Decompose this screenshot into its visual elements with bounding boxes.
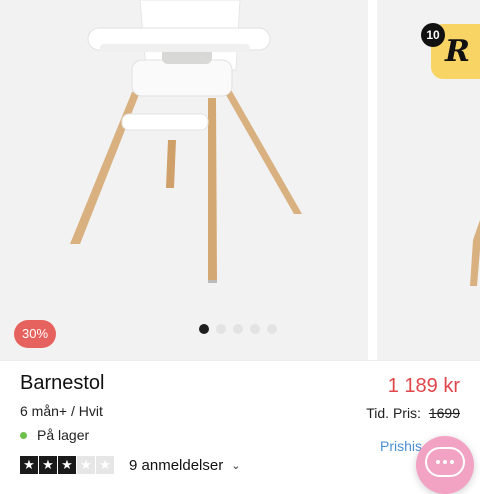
- star-icon-empty: ★: [96, 456, 114, 474]
- product-title: Barnestol: [20, 372, 105, 394]
- price-history-link[interactable]: Prishis: [380, 438, 422, 454]
- product-image-main[interactable]: 30%: [0, 0, 368, 360]
- carousel-dot[interactable]: [250, 324, 260, 334]
- discount-badge: 30%: [14, 320, 56, 348]
- carousel-dot[interactable]: [216, 324, 226, 334]
- chat-bubble-icon: [425, 447, 465, 477]
- high-chair-image: [70, 0, 302, 283]
- star-icon-filled: ★: [39, 456, 57, 474]
- in-stock-dot-icon: [20, 431, 27, 439]
- stock-status: På lager: [20, 427, 89, 443]
- carousel-dot[interactable]: [233, 324, 243, 334]
- current-price: 1 189 kr: [387, 375, 460, 397]
- carousel-dots[interactable]: [199, 324, 277, 336]
- reviews-link[interactable]: 9 anmeldelser: [129, 457, 223, 474]
- product-variant: 6 mån+ / Hvit: [20, 403, 103, 419]
- chat-button[interactable]: [416, 436, 474, 494]
- star-icon-empty: ★: [77, 456, 95, 474]
- chevron-down-icon[interactable]: ⌄: [231, 459, 240, 472]
- previous-price: Tid. Pris: 1699: [366, 405, 460, 421]
- rating-summary[interactable]: ★ ★ ★ ★ ★ 9 anmeldelser ⌄: [20, 456, 240, 474]
- rewards-logo-icon: R: [445, 34, 470, 69]
- stock-label: På lager: [37, 427, 90, 443]
- star-icon-filled: ★: [20, 456, 38, 474]
- divider: [0, 360, 480, 361]
- carousel-dot[interactable]: [267, 324, 277, 334]
- star-icon-filled: ★: [58, 456, 76, 474]
- rewards-count: 10: [421, 23, 445, 47]
- previous-price-label: Tid. Pris:: [366, 405, 421, 421]
- carousel-dot[interactable]: [199, 324, 209, 334]
- previous-price-value: 1699: [428, 405, 460, 421]
- product-image-gallery[interactable]: 30% R 10: [0, 0, 480, 360]
